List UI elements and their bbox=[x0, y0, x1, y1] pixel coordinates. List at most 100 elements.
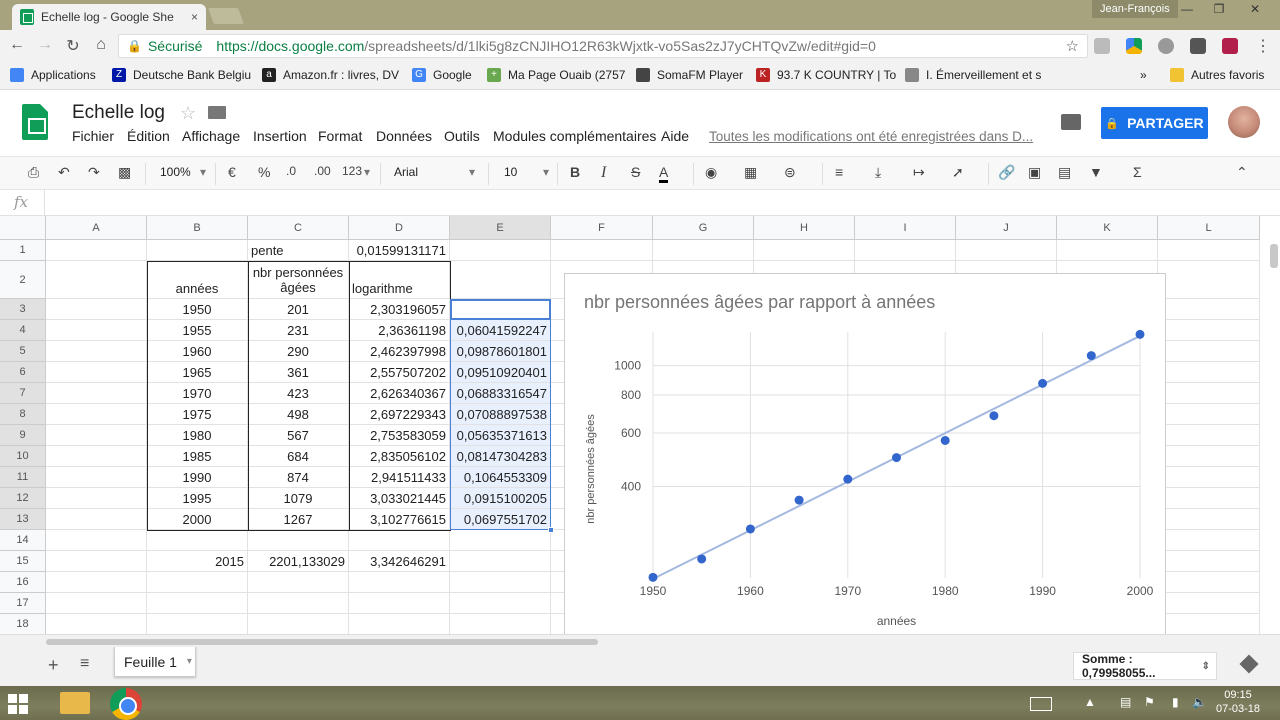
new-tab-button[interactable] bbox=[208, 8, 244, 24]
cell[interactable] bbox=[1158, 362, 1260, 383]
column-header-d[interactable]: D bbox=[349, 216, 450, 240]
borders-icon[interactable]: ▦ bbox=[744, 164, 757, 181]
column-header-i[interactable]: I bbox=[855, 216, 956, 240]
row-header[interactable]: 5 bbox=[0, 341, 46, 362]
cell[interactable] bbox=[349, 572, 450, 593]
cell[interactable]: 0,06041592247 bbox=[450, 320, 551, 341]
cell[interactable] bbox=[1158, 551, 1260, 572]
forward-icon[interactable]: → bbox=[34, 36, 56, 54]
tray-arrow-icon[interactable]: ▲ bbox=[1084, 695, 1096, 709]
row-header[interactable]: 16 bbox=[0, 572, 46, 593]
text-wrap-icon[interactable]: ↦ bbox=[913, 164, 925, 181]
avatar[interactable] bbox=[1228, 106, 1260, 138]
cell[interactable] bbox=[1057, 240, 1158, 261]
menu-aide[interactable]: Aide bbox=[661, 128, 689, 144]
percent-button[interactable]: % bbox=[258, 164, 270, 180]
cell[interactable] bbox=[450, 572, 551, 593]
cell[interactable] bbox=[147, 614, 248, 634]
row-header[interactable]: 7 bbox=[0, 383, 46, 404]
cell[interactable] bbox=[248, 572, 349, 593]
other-bookmarks[interactable]: Autres favoris bbox=[1170, 68, 1264, 82]
row-header[interactable]: 12 bbox=[0, 488, 46, 509]
cell[interactable] bbox=[754, 240, 855, 261]
cell[interactable] bbox=[450, 551, 551, 572]
cell[interactable]: 1950 bbox=[147, 299, 248, 320]
reload-icon[interactable]: ↻ bbox=[62, 36, 84, 56]
column-header-g[interactable]: G bbox=[653, 216, 754, 240]
file-explorer-icon[interactable] bbox=[60, 692, 90, 714]
profile-name[interactable]: Jean-François bbox=[1092, 0, 1178, 18]
fill-handle[interactable] bbox=[548, 527, 554, 533]
strikethrough-button[interactable]: S bbox=[631, 164, 640, 180]
insert-comment-icon[interactable]: ▣ bbox=[1028, 164, 1041, 181]
cell[interactable]: 1970 bbox=[147, 383, 248, 404]
cell[interactable] bbox=[1158, 530, 1260, 551]
add-sheet-icon[interactable]: + bbox=[48, 655, 59, 676]
cell[interactable] bbox=[46, 614, 147, 634]
cell[interactable] bbox=[349, 593, 450, 614]
cell[interactable]: 3,033021445 bbox=[349, 488, 450, 509]
cell[interactable] bbox=[1158, 240, 1260, 261]
drive-icon[interactable] bbox=[1126, 38, 1142, 54]
chrome-icon[interactable] bbox=[110, 688, 142, 720]
cell[interactable] bbox=[46, 404, 147, 425]
column-header-k[interactable]: K bbox=[1057, 216, 1158, 240]
cell[interactable] bbox=[653, 240, 754, 261]
chrome-menu-icon[interactable]: ⋮ bbox=[1252, 36, 1274, 56]
home-icon[interactable]: ⌂ bbox=[90, 36, 112, 54]
font-select[interactable]: Arial bbox=[394, 165, 418, 179]
chart[interactable]: nbr personnées âgées par rapport à année… bbox=[564, 273, 1166, 634]
cell[interactable]: 0,0915100​205 bbox=[450, 488, 551, 509]
cell[interactable] bbox=[855, 240, 956, 261]
cell[interactable] bbox=[1158, 614, 1260, 634]
cell[interactable]: 874 bbox=[248, 467, 349, 488]
row-header[interactable]: 10 bbox=[0, 446, 46, 467]
cell[interactable]: 2,36361198 bbox=[349, 320, 450, 341]
cell[interactable] bbox=[147, 530, 248, 551]
cell[interactable]: années bbox=[147, 261, 248, 299]
cell[interactable]: pente bbox=[248, 240, 349, 261]
text-rotation-icon[interactable]: ➚ bbox=[952, 164, 964, 181]
column-header-b[interactable]: B bbox=[147, 216, 248, 240]
cell[interactable] bbox=[46, 446, 147, 467]
cell[interactable]: 2201,133029 bbox=[248, 551, 349, 572]
cell[interactable]: 0,09878601801 bbox=[450, 341, 551, 362]
cell[interactable]: logarithme bbox=[349, 261, 450, 299]
cell[interactable]: nbr personnées âgées bbox=[248, 261, 349, 299]
cell[interactable]: 2,303196057 bbox=[349, 299, 450, 320]
bookmarks-overflow[interactable]: » bbox=[1140, 68, 1147, 82]
cell[interactable]: 0,01599131171 bbox=[349, 240, 450, 261]
cell[interactable] bbox=[450, 240, 551, 261]
menu-fichier[interactable]: Fichier bbox=[72, 128, 114, 144]
cell[interactable] bbox=[1158, 425, 1260, 446]
cell[interactable] bbox=[1158, 572, 1260, 593]
cell[interactable] bbox=[248, 593, 349, 614]
row-header[interactable]: 14 bbox=[0, 530, 46, 551]
horizontal-scrollbar[interactable] bbox=[46, 639, 598, 645]
column-header-f[interactable]: F bbox=[551, 216, 653, 240]
cell[interactable] bbox=[956, 240, 1057, 261]
sum-display[interactable]: Somme : 0,79958055... ⇕ bbox=[1073, 652, 1217, 680]
filter-icon[interactable]: ▼ bbox=[1089, 164, 1103, 180]
column-header-j[interactable]: J bbox=[956, 216, 1057, 240]
cell[interactable]: 201 bbox=[248, 299, 349, 320]
cell[interactable] bbox=[1158, 261, 1260, 299]
bookmark-star-icon[interactable]: ☆ bbox=[1066, 37, 1079, 55]
star-icon[interactable]: ☆ bbox=[180, 103, 196, 124]
print-icon[interactable]: ⎙ bbox=[28, 164, 39, 181]
cell[interactable] bbox=[1158, 593, 1260, 614]
row-header[interactable]: 8 bbox=[0, 404, 46, 425]
cell[interactable]: 684 bbox=[248, 446, 349, 467]
network-icon[interactable]: ▤ bbox=[1120, 695, 1131, 709]
row-header[interactable]: 13 bbox=[0, 509, 46, 530]
all-sheets-icon[interactable]: ≡ bbox=[80, 655, 89, 673]
chevron-down-icon[interactable]: ▾ bbox=[187, 656, 192, 667]
back-icon[interactable]: ← bbox=[6, 36, 28, 54]
cell[interactable]: 361 bbox=[248, 362, 349, 383]
cell[interactable] bbox=[248, 530, 349, 551]
cell[interactable] bbox=[1158, 488, 1260, 509]
cell[interactable] bbox=[1158, 299, 1260, 320]
cell[interactable] bbox=[1158, 446, 1260, 467]
save-status[interactable]: Toutes les modifications ont été enregis… bbox=[709, 129, 1033, 144]
cell[interactable] bbox=[1158, 509, 1260, 530]
